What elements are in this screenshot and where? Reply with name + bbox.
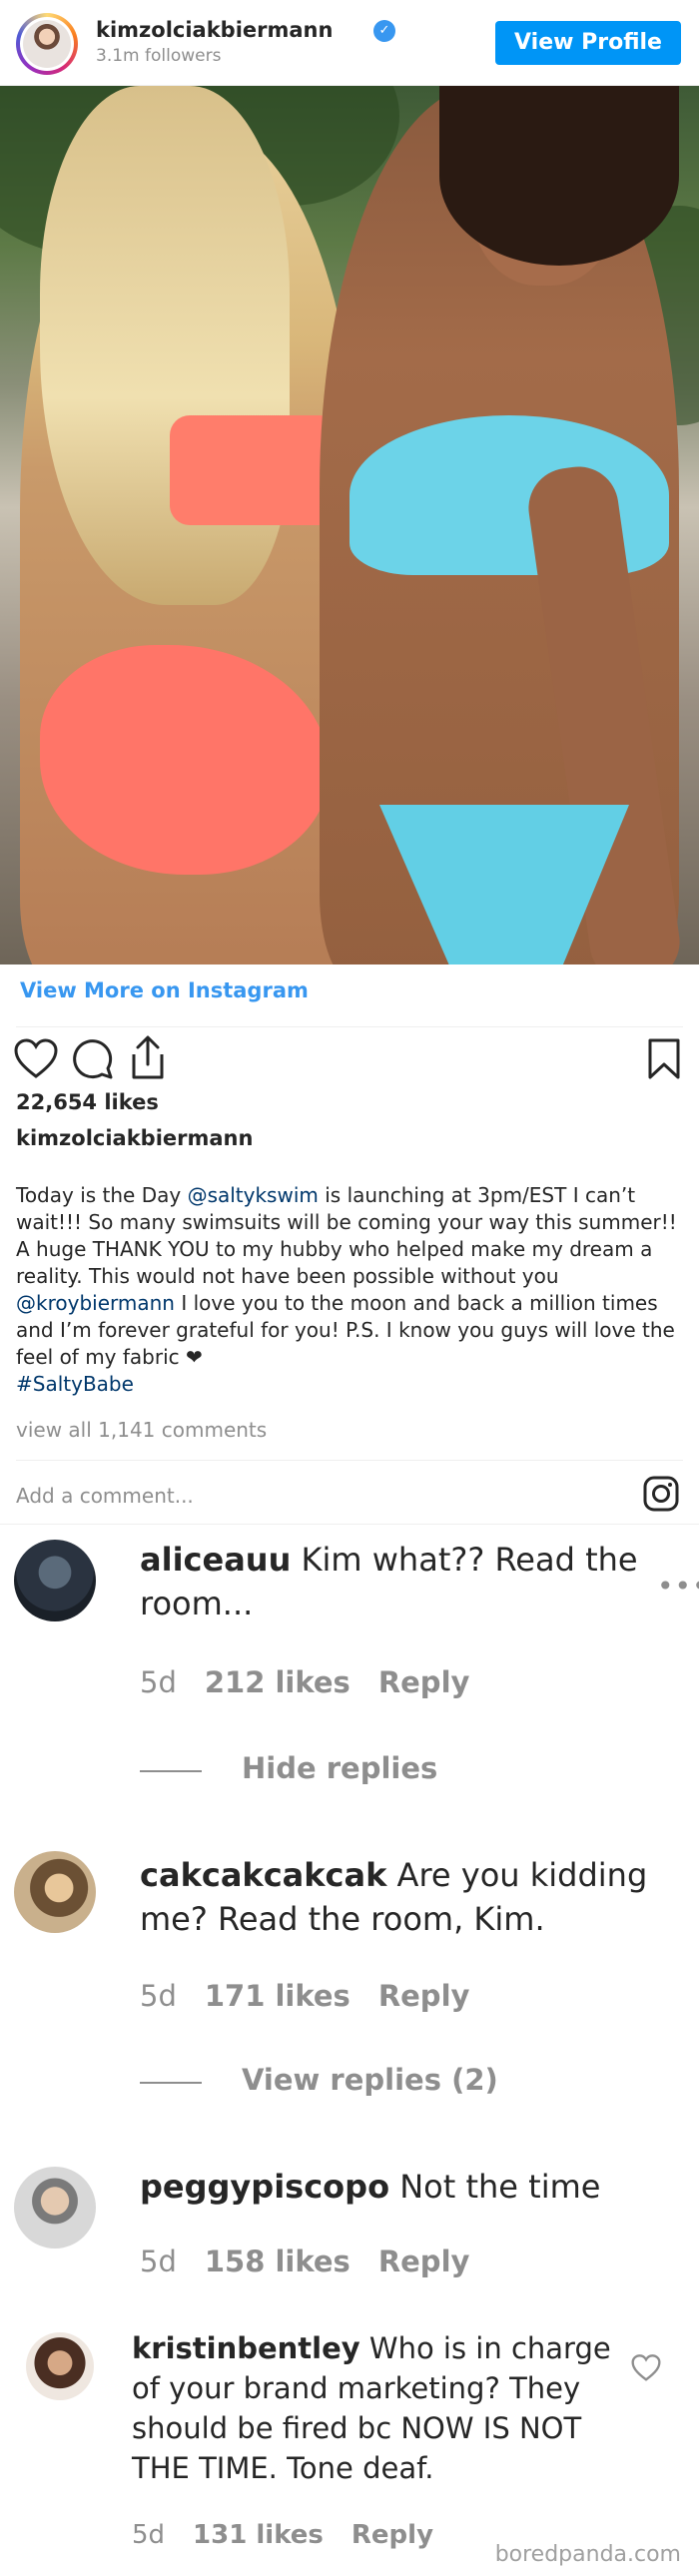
comment-meta: 5d 131 likes Reply [132, 2520, 461, 2550]
comment-username[interactable]: peggypiscopo [140, 2168, 389, 2206]
comment: kristinbentley Who is in charge of your … [132, 2328, 621, 2488]
watermark: boredpanda.com [494, 2542, 681, 2567]
profile-username[interactable]: kimzolciakbiermann [96, 18, 333, 42]
divider [16, 1026, 683, 1027]
more-icon[interactable]: ••• [657, 1570, 699, 1603]
comment-age: 5d [132, 2520, 166, 2550]
comment-meta: 5d 158 likes Reply [140, 2245, 497, 2278]
comment: aliceauu Kim what?? Read the room... [140, 1538, 641, 1625]
comment-age: 5d [140, 1665, 177, 1699]
avatar[interactable] [14, 1851, 96, 1933]
hide-replies-button[interactable]: Hide replies [242, 1751, 437, 1785]
comment: cakcakcakcak Are you kidding me? Read th… [140, 1853, 659, 1941]
reply-line [140, 2082, 202, 2084]
avatar[interactable] [26, 2332, 94, 2400]
comment-likes[interactable]: 212 likes [205, 1665, 350, 1699]
avatar[interactable] [14, 2167, 96, 2249]
caption-text: Today is the Day [16, 1183, 188, 1207]
mention-link[interactable]: @kroybiermann [16, 1291, 175, 1315]
comment-username[interactable]: cakcakcakcak [140, 1856, 386, 1894]
comment-age: 5d [140, 1979, 177, 2013]
comment-likes[interactable]: 158 likes [205, 2245, 350, 2278]
reply-button[interactable]: Reply [378, 1979, 470, 2013]
view-profile-button[interactable]: View Profile [495, 21, 681, 65]
comment-meta: 5d 171 likes Reply [140, 1979, 497, 2013]
comment-username[interactable]: kristinbentley [132, 2331, 360, 2365]
share-icon[interactable] [126, 1034, 170, 1080]
post-caption: Today is the Day @saltykswim is launchin… [16, 1182, 683, 1398]
caption-username[interactable]: kimzolciakbiermann [16, 1126, 253, 1150]
reply-button[interactable]: Reply [378, 1665, 470, 1699]
reply-button[interactable]: Reply [351, 2520, 433, 2550]
bookmark-icon[interactable] [647, 1038, 681, 1080]
view-all-comments-link[interactable]: view all 1,141 comments [16, 1418, 267, 1442]
comment-likes[interactable]: 131 likes [193, 2520, 324, 2550]
like-count[interactable]: 22,654 likes [16, 1090, 159, 1114]
divider [0, 1524, 699, 1525]
divider [16, 1460, 683, 1461]
comment: peggypiscopo Not the time [140, 2165, 659, 2209]
verified-icon: ✓ [373, 20, 395, 42]
profile-avatar[interactable] [16, 13, 78, 75]
post-photo[interactable] [0, 86, 699, 965]
comment-username[interactable]: aliceauu [140, 1541, 291, 1579]
hashtag-link[interactable]: #SaltyBabe [16, 1372, 134, 1396]
heart-icon[interactable] [631, 2354, 661, 2382]
embed-header: kimzolciakbiermann ✓ 3.1m followers View… [0, 0, 699, 86]
reply-button[interactable]: Reply [378, 2245, 470, 2278]
instagram-icon[interactable] [643, 1476, 679, 1512]
comment-text: Not the time [399, 2168, 601, 2206]
avatar[interactable] [14, 1540, 96, 1621]
comment-icon[interactable] [72, 1038, 114, 1080]
add-comment-input[interactable]: Add a comment... [16, 1484, 194, 1508]
view-more-link[interactable]: View More on Instagram [20, 978, 309, 1002]
heart-icon[interactable] [14, 1038, 58, 1080]
comment-likes[interactable]: 171 likes [205, 1979, 350, 2013]
view-replies-button[interactable]: View replies (2) [242, 2063, 498, 2097]
follower-count: 3.1m followers [96, 46, 222, 66]
comment-age: 5d [140, 2245, 177, 2278]
reply-line [140, 1770, 202, 1772]
comment-meta: 5d 212 likes Reply [140, 1665, 497, 1699]
mention-link[interactable]: @saltykswim [188, 1183, 319, 1207]
